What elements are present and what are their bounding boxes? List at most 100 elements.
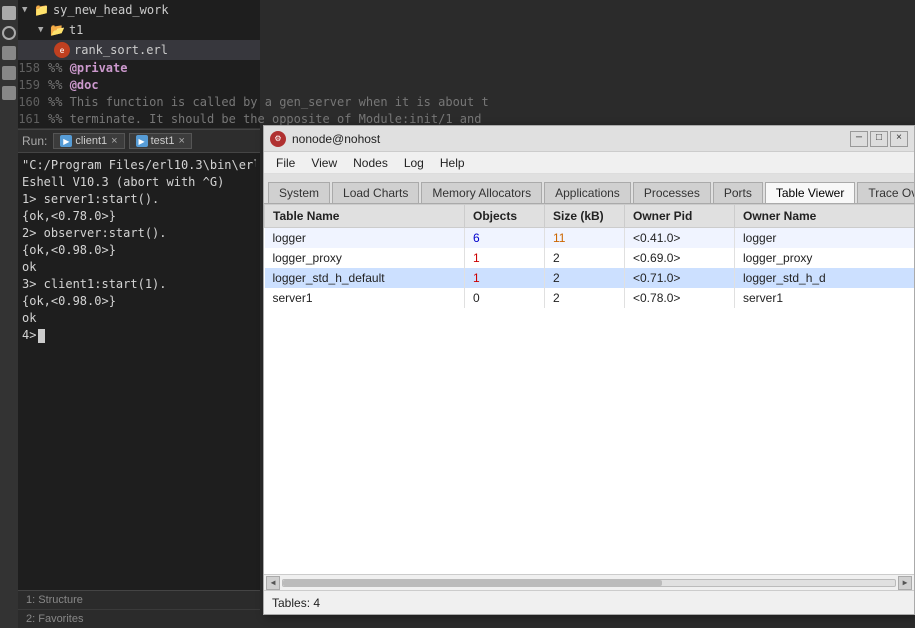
extensions-icon[interactable] [2, 86, 16, 100]
window-close-btn[interactable]: × [890, 131, 908, 147]
tab-system[interactable]: System [268, 182, 330, 203]
cell-owner-name: logger_proxy [735, 248, 915, 268]
table-row[interactable]: logger 6 11 <0.41.0> logger [265, 228, 915, 249]
scrollbar-track[interactable] [282, 579, 896, 587]
terminal-output[interactable]: "C:/Program Files/erl10.3\bin\erl" -pa E… [0, 153, 260, 590]
tree-arrow-right: ▼ [38, 25, 50, 35]
terminal-cursor [38, 329, 45, 343]
window-maximize-btn[interactable]: □ [870, 131, 888, 147]
menu-view[interactable]: View [303, 154, 345, 172]
line-num-161: 161 [18, 111, 48, 128]
debug-icon[interactable] [2, 66, 16, 80]
observer-menubar: File View Nodes Log Help [264, 152, 914, 174]
tab-processes[interactable]: Processes [633, 182, 711, 203]
cell-objects: 1 [465, 268, 545, 288]
tab-load-charts[interactable]: Load Charts [332, 182, 419, 203]
cell-owner-pid: <0.41.0> [625, 228, 735, 249]
cell-objects: 0 [465, 288, 545, 308]
tab-trace-overview[interactable]: Trace Overview [857, 182, 914, 203]
line-content-158: %% @private [48, 60, 127, 77]
terminal-line-5: 2> observer:start(). [22, 225, 256, 242]
data-table: Table Name Objects Size (kB) Owner Pid O… [264, 204, 914, 308]
window-minimize-btn[interactable]: ─ [850, 131, 868, 147]
tab-table-viewer[interactable]: Table Viewer [765, 182, 855, 204]
col-size[interactable]: Size (kB) [545, 205, 625, 228]
col-objects[interactable]: Objects [465, 205, 545, 228]
cell-owner-name: logger_std_h_d [735, 268, 915, 288]
file-erl-icon: e [54, 42, 70, 58]
menu-file[interactable]: File [268, 154, 303, 172]
terminal-line-8: 3> client1:start(1). [22, 276, 256, 293]
window-titlebar: ⚙ nonode@nohost ─ □ × [264, 126, 914, 152]
terminal-line-10: ok [22, 310, 256, 327]
activity-favorites[interactable]: 2: Favorites [18, 610, 260, 628]
tab-memory-allocators[interactable]: Memory Allocators [421, 182, 542, 203]
tab-applications[interactable]: Applications [544, 182, 631, 203]
code-line-158: 158 %% @private [18, 60, 260, 77]
col-owner-name[interactable]: Owner Name [735, 205, 915, 228]
window-app-icon: ⚙ [270, 131, 286, 147]
scroll-right-btn[interactable]: ▶ [898, 576, 912, 590]
line-content-160: %% This function is called by a gen_serv… [48, 94, 489, 111]
line-num-160: 160 [18, 94, 48, 111]
run-tab-label-test1: test1 [151, 135, 175, 147]
table-row[interactable]: logger_proxy 1 2 <0.69.0> logger_proxy [265, 248, 915, 268]
menu-nodes[interactable]: Nodes [345, 154, 396, 172]
run-tab-test1[interactable]: ▶ test1 × [129, 133, 192, 149]
table-row[interactable]: server1 0 2 <0.78.0> server1 [265, 288, 915, 308]
run-tab-close-client1[interactable]: × [111, 135, 117, 147]
cell-size: 2 [545, 288, 625, 308]
file-label: rank_sort.erl [74, 43, 168, 57]
terminal-line-1: "C:/Program Files/erl10.3\bin\erl" -pa E… [22, 157, 256, 174]
run-bar: Run: ▶ client1 × ▶ test1 × [18, 129, 260, 153]
run-tab-label-client1: client1 [75, 135, 107, 147]
line-num-159: 159 [18, 77, 48, 94]
code-line-161: 161 %% terminate. It should be the oppos… [18, 111, 260, 128]
terminal-line-3: 1> server1:start(). [22, 191, 256, 208]
scroll-left-btn[interactable]: ◀ [266, 576, 280, 590]
cell-objects: 1 [465, 248, 545, 268]
tab-ports[interactable]: Ports [713, 182, 763, 203]
cell-owner-pid: <0.78.0> [625, 288, 735, 308]
horizontal-scrollbar[interactable]: ◀ ▶ [264, 574, 914, 590]
col-table-name[interactable]: Table Name [265, 205, 465, 228]
terminal-line-11: 4> [22, 327, 256, 344]
scrollbar-thumb[interactable] [283, 580, 662, 586]
tree-root[interactable]: ▼ 📁 sy_new_head_work [18, 0, 260, 20]
run-label: Run: [22, 134, 47, 148]
subfolder-icon: 📂 [50, 23, 65, 37]
terminal-line-7: ok [22, 259, 256, 276]
code-editor: 158 %% @private 159 %% @doc 160 %% This … [18, 60, 260, 129]
cell-owner-pid: <0.71.0> [625, 268, 735, 288]
cell-objects: 6 [465, 228, 545, 249]
git-icon[interactable] [2, 46, 16, 60]
run-tab-icon-client1: ▶ [60, 135, 72, 147]
folder-icon: 📁 [34, 3, 49, 17]
line-content-159: %% @doc [48, 77, 99, 94]
tree-arrow-down: ▼ [22, 5, 34, 15]
menu-log[interactable]: Log [396, 154, 432, 172]
favorites-label: 2: Favorites [26, 613, 83, 625]
cell-owner-name: server1 [735, 288, 915, 308]
run-tab-close-test1[interactable]: × [178, 135, 184, 147]
observer-window: ⚙ nonode@nohost ─ □ × File View Nodes Lo… [263, 125, 915, 615]
code-line-159: 159 %% @doc [18, 77, 260, 94]
cell-size: 11 [545, 228, 625, 249]
tree-file[interactable]: e rank_sort.erl [18, 40, 260, 60]
run-tab-client1[interactable]: ▶ client1 × [53, 133, 124, 149]
search-icon[interactable] [2, 26, 16, 40]
activity-structure[interactable]: 1: Structure [18, 591, 260, 610]
tree-subfolder[interactable]: ▼ 📂 t1 [18, 20, 260, 40]
table-row[interactable]: logger_std_h_default 1 2 <0.71.0> logger… [265, 268, 915, 288]
col-owner-pid[interactable]: Owner Pid [625, 205, 735, 228]
subfolder-label: t1 [69, 23, 83, 37]
terminal-line-9: {ok,<0.98.0>} [22, 293, 256, 310]
menu-help[interactable]: Help [432, 154, 473, 172]
cell-table-name: server1 [265, 288, 465, 308]
run-tab-icon-test1: ▶ [136, 135, 148, 147]
cell-owner-name: logger [735, 228, 915, 249]
cell-size: 2 [545, 268, 625, 288]
explorer-icon[interactable] [2, 6, 16, 20]
cell-table-name: logger_std_h_default [265, 268, 465, 288]
terminal-line-6: {ok,<0.98.0>} [22, 242, 256, 259]
